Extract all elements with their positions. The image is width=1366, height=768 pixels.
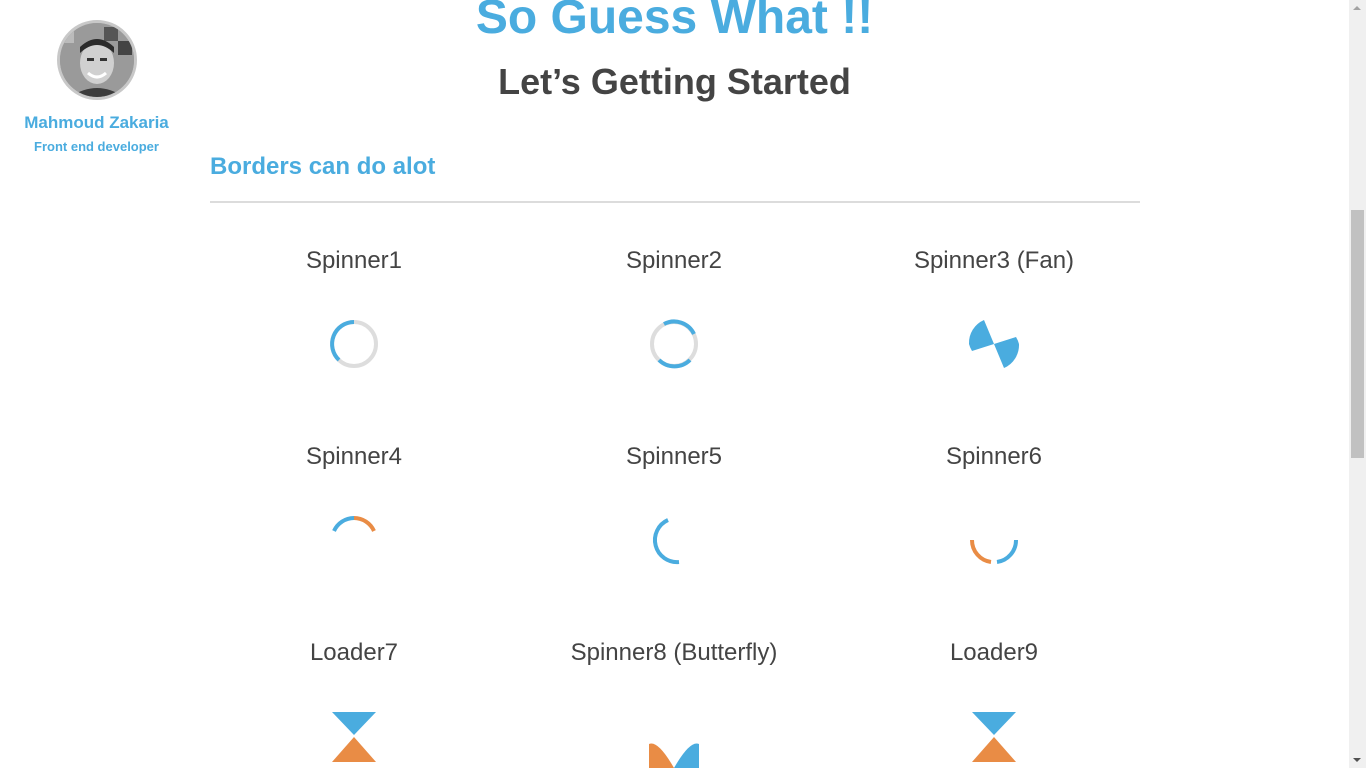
loader7-hourglass-icon: [332, 712, 376, 762]
spinner6-icon: [969, 539, 1019, 564]
section-divider: [210, 201, 1140, 203]
spinner3-fan-icon: [968, 320, 1020, 368]
demo-label: Spinner4: [305, 443, 403, 470]
spinner8-butterfly-icon: [649, 743, 699, 768]
hero-subtitle: Let’s Getting Started: [498, 61, 851, 102]
demo-label: Loader9: [949, 639, 1039, 666]
demo-label: Loader7: [309, 639, 399, 666]
demo-label: Spinner8 (Butterfly): [570, 639, 778, 666]
demo-label: Spinner5: [625, 443, 723, 470]
demo-loader7: Loader7: [194, 638, 514, 762]
demo-spinner8: Spinner8 (Butterfly): [514, 638, 834, 768]
profile-role: Front end developer: [34, 139, 159, 154]
scroll-down-icon[interactable]: [1353, 758, 1361, 762]
scroll-up-icon[interactable]: [1353, 6, 1361, 10]
scrollbar-thumb[interactable]: [1351, 210, 1364, 458]
demo-loader9: Loader9: [834, 638, 1154, 762]
demo-label: Spinner3 (Fan): [913, 247, 1075, 274]
hero-title: So Guess What !!: [475, 0, 874, 44]
demo-label: Spinner2: [625, 247, 723, 274]
loader9-hourglass-icon: [972, 712, 1016, 762]
demo-spinner2: Spinner2: [514, 246, 834, 369]
spinner1-icon: [330, 320, 378, 368]
spinner5-icon: [653, 518, 680, 565]
page: Mahmoud Zakaria Front end developer So G…: [0, 0, 1366, 768]
demo-spinner4: Spinner4: [194, 442, 514, 532]
demo-spinner6: Spinner6: [834, 442, 1154, 564]
vertical-scrollbar[interactable]: [1349, 0, 1366, 768]
spinner2-icon: [650, 319, 698, 369]
demo-spinner3: Spinner3 (Fan): [834, 246, 1154, 368]
demo-spinner1: Spinner1: [194, 246, 514, 368]
profile-name: Mahmoud Zakaria: [24, 113, 169, 132]
section-title: Borders can do alot: [210, 153, 436, 180]
demo-label: Spinner6: [945, 443, 1043, 470]
demo-label: Spinner1: [305, 247, 403, 274]
demo-spinner5: Spinner5: [514, 442, 834, 565]
spinner4-icon: [332, 516, 376, 532]
